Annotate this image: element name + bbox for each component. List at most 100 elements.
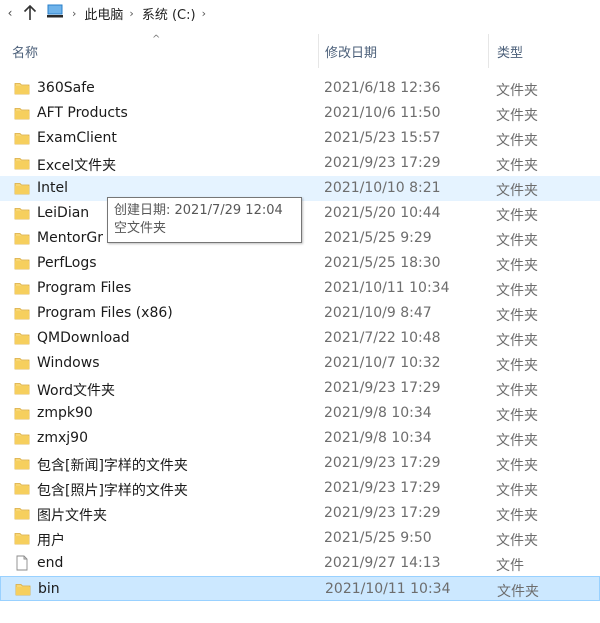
- this-pc-icon: [46, 3, 66, 23]
- up-arrow-icon[interactable]: [18, 2, 42, 24]
- file-type: 文件夹: [496, 408, 538, 424]
- folder-icon: [14, 355, 30, 371]
- file-modified-date: 2021/9/23 17:29: [324, 380, 441, 396]
- breadcrumb-this-pc[interactable]: 此电脑: [84, 4, 123, 23]
- file-row[interactable]: end 2021/9/27 14:13 文件: [0, 551, 600, 576]
- file-row[interactable]: ExamClient 2021/5/23 15:57 文件夹: [0, 126, 600, 151]
- file-type: 文件夹: [496, 433, 538, 449]
- tooltip-empty-folder: 空文件夹: [114, 221, 167, 236]
- address-bar: ‹ › 此电脑 › 系统 (C:) ›: [0, 0, 600, 26]
- breadcrumb-separator-icon[interactable]: ›: [202, 7, 206, 20]
- breadcrumb-separator-icon[interactable]: ›: [129, 7, 133, 20]
- file-name: bin: [38, 581, 60, 597]
- file-type: 文件夹: [496, 133, 538, 149]
- file-modified-date: 2021/9/27 14:13: [324, 555, 441, 571]
- file-row[interactable]: QMDownload 2021/7/22 10:48 文件夹: [0, 326, 600, 351]
- file-row[interactable]: Windows 2021/10/7 10:32 文件夹: [0, 351, 600, 376]
- file-name: 图片文件夹: [37, 508, 107, 524]
- file-name: PerfLogs: [37, 255, 97, 271]
- file-modified-date: 2021/9/23 17:29: [324, 480, 441, 496]
- folder-icon: [14, 280, 30, 296]
- file-type: 文件夹: [496, 83, 538, 99]
- file-row[interactable]: 360Safe 2021/6/18 12:36 文件夹: [0, 76, 600, 101]
- file-modified-date: 2021/10/11 10:34: [325, 581, 451, 597]
- file-row[interactable]: Word文件夹 2021/9/23 17:29 文件夹: [0, 376, 600, 401]
- sort-ascending-icon: ^: [152, 34, 161, 45]
- breadcrumb-system-drive[interactable]: 系统 (C:): [142, 4, 196, 23]
- file-name: Program Files: [37, 280, 132, 296]
- file-name: 用户: [37, 533, 65, 549]
- file-type: 文件夹: [496, 533, 538, 549]
- folder-icon: [14, 505, 30, 521]
- file-name: 360Safe: [37, 80, 95, 96]
- file-name: zmxj90: [37, 430, 88, 446]
- file-type: 文件: [496, 558, 524, 574]
- column-header-name[interactable]: ^ 名称: [0, 34, 318, 68]
- column-header: ^ 名称 修改日期 类型: [0, 34, 600, 68]
- folder-icon: [14, 405, 30, 421]
- folder-icon: [14, 305, 30, 321]
- file-list: 360Safe 2021/6/18 12:36 文件夹 AFT Products 202…: [0, 76, 600, 601]
- file-name: Word文件夹: [37, 383, 115, 399]
- file-name: 包含[新闻]字样的文件夹: [37, 458, 188, 474]
- file-row[interactable]: 用户 2021/5/25 9:50 文件夹: [0, 526, 600, 551]
- file-type: 文件夹: [496, 508, 538, 524]
- file-name: 包含[照片]字样的文件夹: [37, 483, 188, 499]
- folder-icon: [14, 155, 30, 171]
- file-type: 文件夹: [496, 233, 538, 249]
- file-row[interactable]: AFT Products 2021/10/6 11:50 文件夹: [0, 101, 600, 126]
- file-modified-date: 2021/10/11 10:34: [324, 280, 450, 296]
- file-name: Program Files (x86): [37, 305, 173, 321]
- back-chevron-icon[interactable]: ‹: [2, 2, 18, 24]
- file-name: MentorGr: [37, 230, 103, 246]
- folder-icon: [14, 380, 30, 396]
- file-modified-date: 2021/5/23 15:57: [324, 130, 441, 146]
- column-header-date[interactable]: 修改日期: [318, 34, 488, 68]
- column-header-type[interactable]: 类型: [488, 34, 600, 68]
- file-name: Windows: [37, 355, 100, 371]
- file-name: ExamClient: [37, 130, 117, 146]
- file-row[interactable]: zmpk90 2021/9/8 10:34 文件夹: [0, 401, 600, 426]
- file-modified-date: 2021/6/18 12:36: [324, 80, 441, 96]
- file-name: Intel: [37, 180, 68, 196]
- file-row[interactable]: 包含[新闻]字样的文件夹 2021/9/23 17:29 文件夹: [0, 451, 600, 476]
- file-row[interactable]: 图片文件夹 2021/9/23 17:29 文件夹: [0, 501, 600, 526]
- file-modified-date: 2021/9/8 10:34: [324, 430, 432, 446]
- file-modified-date: 2021/9/23 17:29: [324, 505, 441, 521]
- file-row[interactable]: 包含[照片]字样的文件夹 2021/9/23 17:29 文件夹: [0, 476, 600, 501]
- file-type: 文件夹: [496, 358, 538, 374]
- file-type: 文件夹: [496, 183, 538, 199]
- column-name-label: 名称: [12, 45, 39, 61]
- file-modified-date: 2021/9/23 17:29: [324, 455, 441, 471]
- column-date-label: 修改日期: [325, 45, 378, 61]
- file-row[interactable]: zmxj90 2021/9/8 10:34 文件夹: [0, 426, 600, 451]
- folder-icon: [15, 581, 31, 597]
- file-row[interactable]: bin 2021/10/11 10:34 文件夹: [0, 576, 600, 601]
- file-row[interactable]: Excel文件夹 2021/9/23 17:29 文件夹: [0, 151, 600, 176]
- file-row[interactable]: Program Files (x86) 2021/10/9 8:47 文件夹: [0, 301, 600, 326]
- file-name: LeiDian: [37, 205, 90, 221]
- file-modified-date: 2021/5/25 9:29: [324, 230, 432, 246]
- file-name: zmpk90: [37, 405, 93, 421]
- file-modified-date: 2021/10/9 8:47: [324, 305, 432, 321]
- file-modified-date: 2021/5/25 9:50: [324, 530, 432, 546]
- file-modified-date: 2021/10/7 10:32: [324, 355, 441, 371]
- breadcrumb: › 此电脑 › 系统 (C:) ›: [46, 3, 214, 23]
- file-type: 文件夹: [496, 258, 538, 274]
- folder-icon: [14, 330, 30, 346]
- file-name: Excel文件夹: [37, 158, 117, 174]
- breadcrumb-separator-icon[interactable]: ›: [72, 7, 76, 20]
- file-name: AFT Products: [37, 105, 128, 121]
- file-row[interactable]: Program Files 2021/10/11 10:34 文件夹: [0, 276, 600, 301]
- folder-icon: [14, 255, 30, 271]
- folder-icon: [14, 430, 30, 446]
- folder-icon: [14, 105, 30, 121]
- file-modified-date: 2021/9/8 10:34: [324, 405, 432, 421]
- folder-icon: [14, 455, 30, 471]
- folder-icon: [14, 130, 30, 146]
- item-tooltip: 创建日期: 2021/7/29 12:04 空文件夹: [107, 197, 302, 243]
- file-name: QMDownload: [37, 330, 130, 346]
- folder-icon: [14, 230, 30, 246]
- file-type: 文件夹: [496, 308, 538, 324]
- file-row[interactable]: PerfLogs 2021/5/25 18:30 文件夹: [0, 251, 600, 276]
